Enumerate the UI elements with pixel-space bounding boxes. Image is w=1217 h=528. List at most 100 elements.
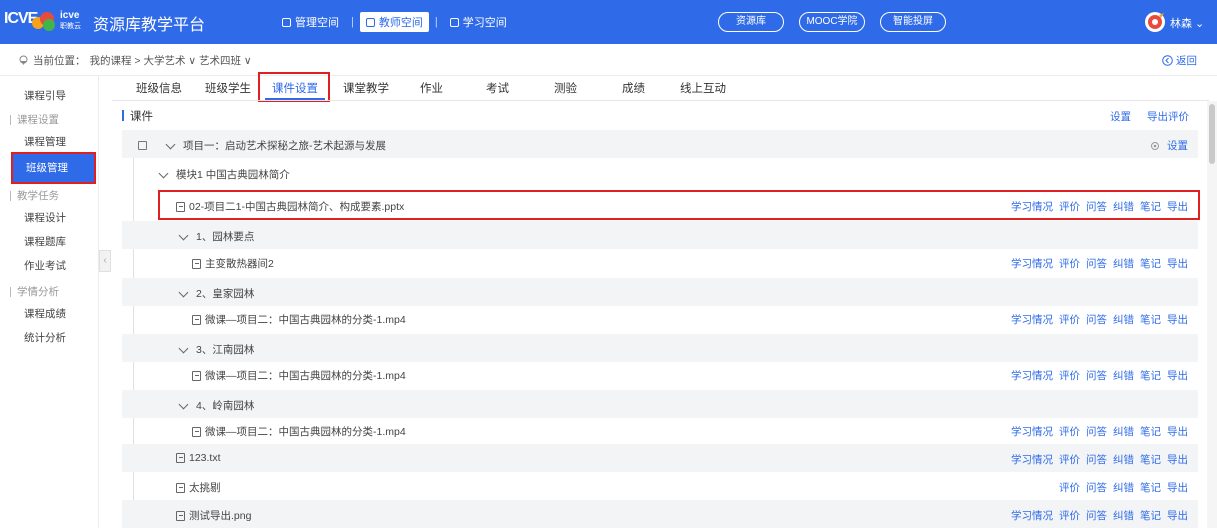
- correction-link[interactable]: 纠错: [1113, 452, 1134, 467]
- list-item[interactable]: 微课—项目二：中国古典园林的分类-1.mp4 学习情况 评价 问答 纠错 笔记 …: [122, 360, 1198, 388]
- qa-link[interactable]: 问答: [1086, 424, 1107, 439]
- correction-link[interactable]: 纠错: [1113, 424, 1134, 439]
- notes-link[interactable]: 笔记: [1140, 508, 1161, 523]
- topic-row[interactable]: 1、园林要点: [122, 221, 1198, 249]
- qa-link[interactable]: 问答: [1086, 312, 1107, 327]
- space-learning[interactable]: 学习空间: [444, 12, 513, 32]
- sidebar-item-course-grades[interactable]: 课程成绩: [0, 302, 99, 326]
- study-status-link[interactable]: 学习情况: [1011, 508, 1053, 523]
- tab-class-students[interactable]: 班级学生: [205, 80, 251, 96]
- sidebar-collapse-button[interactable]: ‹: [99, 250, 111, 272]
- correction-link[interactable]: 纠错: [1113, 256, 1134, 271]
- sidebar-item-class-management[interactable]: 班级管理: [11, 152, 96, 184]
- notes-link[interactable]: 笔记: [1140, 256, 1161, 271]
- topic-row[interactable]: 3、江南园林: [122, 334, 1198, 362]
- notes-link[interactable]: 笔记: [1140, 368, 1161, 383]
- chevron-down-icon[interactable]: [178, 399, 189, 409]
- space-admin[interactable]: 管理空间: [276, 12, 345, 32]
- list-item[interactable]: 123.txt 学习情况 评价 问答 纠错 笔记 导出: [122, 444, 1198, 472]
- export-link[interactable]: 导出: [1167, 424, 1188, 439]
- notes-link[interactable]: 笔记: [1140, 452, 1161, 467]
- qa-link[interactable]: 问答: [1086, 256, 1107, 271]
- list-item[interactable]: 微课—项目二：中国古典园林的分类-1.mp4 学习情况 评价 问答 纠错 笔记 …: [122, 304, 1198, 332]
- sidebar-item-homework-exam[interactable]: 作业考试: [0, 254, 99, 278]
- study-status-link[interactable]: 学习情况: [1011, 312, 1053, 327]
- mooc-button[interactable]: MOOC学院: [799, 12, 865, 32]
- platform-title: 资源库教学平台: [93, 17, 206, 34]
- video-file-icon: [192, 370, 201, 381]
- sidebar-item-statistics[interactable]: 统计分析: [0, 326, 99, 350]
- notes-link[interactable]: 笔记: [1140, 424, 1161, 439]
- sidebar-item-course-management[interactable]: 课程管理: [0, 130, 99, 154]
- topic-row[interactable]: 4、岭南园林: [122, 390, 1198, 418]
- chevron-down-icon[interactable]: [178, 287, 189, 297]
- export-link[interactable]: 导出: [1167, 508, 1188, 523]
- evaluate-link[interactable]: 评价: [1059, 508, 1080, 523]
- user-menu[interactable]: 林森 ⌄: [1170, 15, 1204, 31]
- top-bar: ICVE icve 职教云 资源库教学平台 管理空间 | 教师空间 | 学习空间…: [0, 0, 1217, 44]
- export-link[interactable]: 导出: [1167, 480, 1188, 495]
- study-status-link[interactable]: 学习情况: [1011, 452, 1053, 467]
- tab-quiz[interactable]: 测验: [554, 80, 577, 96]
- correction-link[interactable]: 纠错: [1113, 312, 1134, 327]
- chevron-down-icon[interactable]: [158, 168, 169, 178]
- evaluate-link[interactable]: 评价: [1059, 480, 1080, 495]
- select-checkbox[interactable]: [138, 141, 147, 150]
- export-link[interactable]: 导出: [1167, 312, 1188, 327]
- tab-exam[interactable]: 考试: [486, 80, 509, 96]
- list-item[interactable]: 微课—项目二：中国古典园林的分类-1.mp4 学习情况 评价 问答 纠错 笔记 …: [122, 416, 1198, 444]
- back-button[interactable]: 返回: [1162, 53, 1197, 68]
- qa-link[interactable]: 问答: [1086, 452, 1107, 467]
- list-item[interactable]: 测试导出.png 学习情况 评价 问答 纠错 笔记 导出: [122, 500, 1198, 528]
- chevron-down-icon[interactable]: [178, 343, 189, 353]
- evaluate-link[interactable]: 评价: [1059, 256, 1080, 271]
- correction-link[interactable]: 纠错: [1113, 480, 1134, 495]
- study-status-link[interactable]: 学习情况: [1011, 424, 1053, 439]
- smart-cast-button[interactable]: 智能投屏: [880, 12, 946, 32]
- correction-link[interactable]: 纠错: [1113, 368, 1134, 383]
- correction-link[interactable]: 纠错: [1113, 508, 1134, 523]
- evaluate-link[interactable]: 评价: [1059, 424, 1080, 439]
- space-teacher[interactable]: 教师空间: [359, 12, 429, 32]
- project-row[interactable]: 项目一：启动艺术探秘之旅-艺术起源与发展 设置: [122, 130, 1198, 158]
- icve-small-logo: icve 职教云: [60, 10, 81, 30]
- list-item[interactable]: 主变散热器间2 学习情况 评价 问答 纠错 笔记 导出: [122, 248, 1198, 276]
- notes-link[interactable]: 笔记: [1140, 480, 1161, 495]
- qa-link[interactable]: 问答: [1086, 508, 1107, 523]
- tab-classroom-teaching[interactable]: 课堂教学: [343, 80, 389, 96]
- sidebar-item-course-guide[interactable]: 课程引导: [0, 84, 99, 108]
- study-status-link[interactable]: 学习情况: [1011, 256, 1053, 271]
- resource-library-button[interactable]: 资源库: [718, 12, 784, 32]
- chevron-down-icon[interactable]: [165, 139, 176, 149]
- tab-homework[interactable]: 作业: [420, 80, 443, 96]
- project-settings-button[interactable]: 设置: [1149, 138, 1188, 153]
- tab-online-interaction[interactable]: 线上互动: [680, 80, 726, 96]
- space-switcher: 管理空间 | 教师空间 | 学习空间: [276, 12, 513, 32]
- sidebar-item-question-bank[interactable]: 课程题库: [0, 230, 99, 254]
- export-evaluation-link[interactable]: 导出评价: [1147, 109, 1189, 124]
- tab-grades[interactable]: 成绩: [622, 80, 645, 96]
- module-row[interactable]: 模块1 中国古典园林简介: [122, 159, 1198, 187]
- scrollbar-track[interactable]: [1207, 101, 1217, 528]
- qa-link[interactable]: 问答: [1086, 368, 1107, 383]
- evaluate-link[interactable]: 评价: [1059, 452, 1080, 467]
- notes-link[interactable]: 笔记: [1140, 312, 1161, 327]
- evaluate-link[interactable]: 评价: [1059, 312, 1080, 327]
- list-item[interactable]: 太挑剔 评价 问答 纠错 笔记 导出: [122, 472, 1198, 500]
- topic-row[interactable]: 2、皇家园林: [122, 278, 1198, 306]
- chevron-down-icon[interactable]: [178, 230, 189, 240]
- sidebar-group-learning-analysis: 学情分析: [0, 282, 99, 302]
- tab-class-info[interactable]: 班级信息: [136, 80, 182, 96]
- study-status-link[interactable]: 学习情况: [1011, 368, 1053, 383]
- user-avatar-icon[interactable]: [1144, 11, 1166, 33]
- export-link[interactable]: 导出: [1167, 452, 1188, 467]
- scrollbar-thumb[interactable]: [1209, 104, 1215, 164]
- evaluate-link[interactable]: 评价: [1059, 368, 1080, 383]
- export-link[interactable]: 导出: [1167, 368, 1188, 383]
- breadcrumb-path[interactable]: 我的课程 > 大学艺术 ∨ 艺术四班 ∨: [90, 53, 252, 68]
- sidebar-item-course-design[interactable]: 课程设计: [0, 206, 99, 230]
- qa-link[interactable]: 问答: [1086, 480, 1107, 495]
- back-arrow-icon: [1162, 55, 1173, 66]
- export-link[interactable]: 导出: [1167, 256, 1188, 271]
- settings-link[interactable]: 设置: [1110, 109, 1131, 124]
